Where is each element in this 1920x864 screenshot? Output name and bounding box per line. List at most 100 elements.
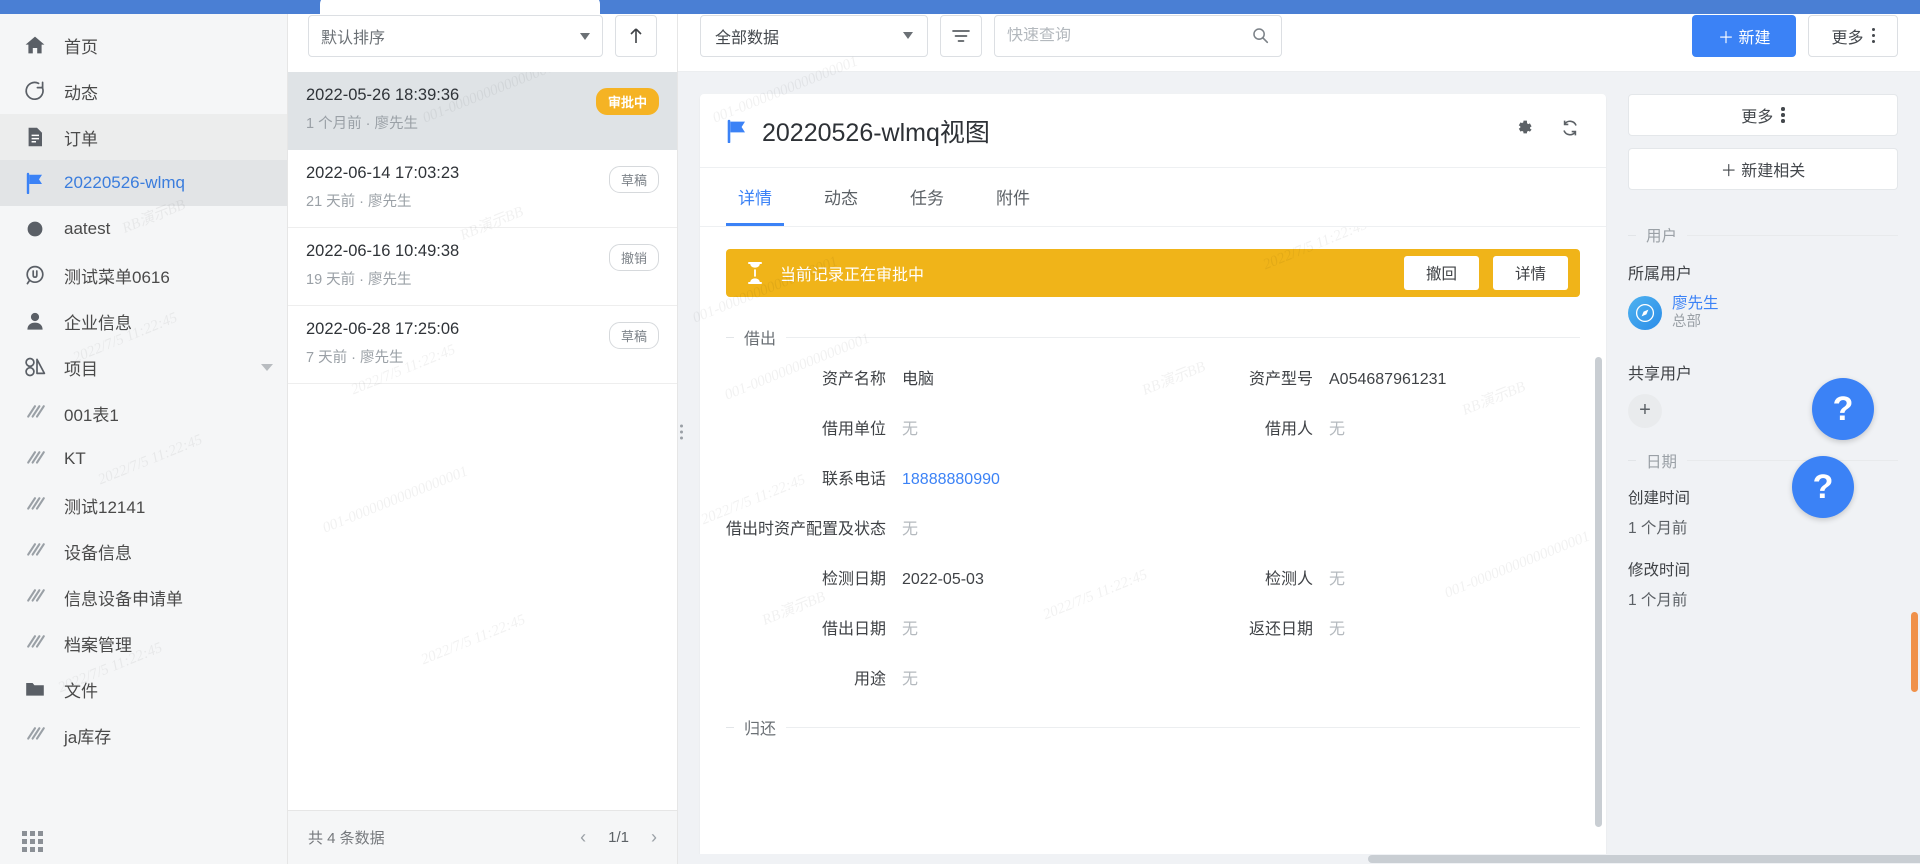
add-shared-user-button[interactable]: + <box>1628 393 1662 428</box>
sidebar-item-label: 订单 <box>64 129 98 149</box>
main-area: 全部数据 ＋ 新建 更多 <box>678 0 1920 864</box>
sidebar-item-2[interactable]: 订单 <box>0 114 287 160</box>
field-value[interactable]: 18888880990 <box>902 471 1000 489</box>
sidebar-item-6[interactable]: 企业信息 <box>0 298 287 344</box>
modified-time-label: 修改时间 <box>1628 561 1691 579</box>
status-badge: 草稿 <box>608 322 659 349</box>
form-field: 用途无 <box>726 665 1580 689</box>
tab-2[interactable]: 任务 <box>898 168 956 226</box>
sidebar-item-13[interactable]: 档案管理 <box>0 620 287 666</box>
form-field: 资产名称 电脑 <box>726 365 1153 389</box>
prev-page-icon[interactable]: ‹ <box>580 827 586 848</box>
owner-user-row[interactable]: 廖先生 总部 <box>1628 294 1898 332</box>
field-value: 无 <box>902 671 919 688</box>
watermark: 001-00000000000000001 <box>320 463 471 537</box>
more-actions-button[interactable]: 更多 <box>1808 14 1898 57</box>
owner-name[interactable]: 廖先生 <box>1672 294 1719 313</box>
data-scope-select[interactable]: 全部数据 <box>700 14 928 57</box>
settings-gear-icon[interactable] <box>1514 118 1534 143</box>
list-item[interactable]: 2022-06-28 17:25:06 7 天前 · 廖先生 草稿 <box>288 306 677 384</box>
page-indicator: 1/1 <box>608 829 629 846</box>
form-row: 用途无 <box>726 665 1580 689</box>
list-footer: 共 4 条数据 ‹ 1/1 › <box>288 810 677 864</box>
sidebar-item-3[interactable]: 20220526-wlmq <box>0 160 287 206</box>
tab-3[interactable]: 附件 <box>984 168 1042 226</box>
sidebar-item-15[interactable]: ja库存 <box>0 712 287 758</box>
sidebar-item-0[interactable]: 首页 <box>0 22 287 68</box>
horizontal-scrollbar-thumb[interactable] <box>1368 855 1920 863</box>
watermark: 2022/7/5 11:22:45 <box>418 611 528 669</box>
search-box[interactable] <box>994 14 1282 57</box>
table-icon <box>24 586 50 608</box>
search-input[interactable] <box>1007 26 1244 45</box>
field-label: 返还日期 <box>1248 621 1313 638</box>
alert-detail-button[interactable]: 详情 <box>1492 256 1568 290</box>
kebab-icon <box>1781 107 1785 123</box>
form-row: 联系电话 18888880990 <box>726 465 1580 489</box>
form-section: 借出 资产名称 电脑 资产型号 A054687961231 借用单位无借用人无联系电话 18… <box>726 325 1580 689</box>
rail-user-section-label: 用户 <box>1646 228 1678 245</box>
created-time-label: 创建时间 <box>1628 489 1691 507</box>
detail-scroll-area[interactable]: 当前记录正在审批中 撤回 详情 借出 资产名称 电脑 资产型号 A05468796123… <box>700 227 1606 864</box>
withdraw-button[interactable]: 撤回 <box>1403 256 1479 290</box>
sidebar-item-label: 测试12141 <box>64 497 146 517</box>
page-vertical-scrollbar[interactable] <box>1911 612 1918 692</box>
refresh-icon[interactable] <box>1560 118 1580 143</box>
form-field: 借出时资产配置及状态无 <box>726 515 1580 539</box>
card-vertical-scrollbar[interactable] <box>1595 357 1602 827</box>
field-label: 检测人 <box>1264 571 1313 588</box>
list-item-title: 2022-06-14 17:03:23 <box>306 164 460 182</box>
sidebar-item-label: 企业信息 <box>64 313 132 333</box>
sidebar-item-label: 文件 <box>64 681 98 701</box>
field-value: 无 <box>1329 421 1346 438</box>
list-item[interactable]: 2022-06-14 17:03:23 21 天前 · 廖先生 草稿 <box>288 150 677 228</box>
chevron-down-icon[interactable] <box>261 363 273 371</box>
field-value: 无 <box>902 621 919 638</box>
list-item[interactable]: 2022-05-26 18:39:36 1 个月前 · 廖先生 审批中 <box>288 72 677 150</box>
sidebar-item-9[interactable]: KT <box>0 436 287 482</box>
field-label: 借出时资产配置及状态 <box>726 521 887 538</box>
list-item-subtitle: 1 个月前 · 廖先生 <box>306 116 418 132</box>
section-legend: 归还 <box>726 715 1580 739</box>
sidebar-item-11[interactable]: 设备信息 <box>0 528 287 574</box>
filter-button[interactable] <box>940 14 982 57</box>
table-icon <box>24 448 50 470</box>
new-related-button[interactable]: ＋ 新建相关 <box>1628 148 1898 190</box>
tab-1[interactable]: 动态 <box>812 168 870 226</box>
sidebar-item-4[interactable]: aatest <box>0 206 287 252</box>
tab-0[interactable]: 详情 <box>726 168 784 226</box>
record-list-scroll[interactable]: 2022-05-26 18:39:36 1 个月前 · 廖先生 审批中 2022-06… <box>288 72 677 810</box>
modified-time-value: 1 个月前 <box>1628 591 1688 609</box>
detail-card-actions <box>1514 118 1580 143</box>
next-page-icon[interactable]: › <box>651 827 657 848</box>
rail-date-section-title: 日期 <box>1628 450 1898 472</box>
form-field: 借用单位无 <box>726 415 1153 439</box>
sort-direction-button[interactable] <box>615 15 657 57</box>
help-button-secondary[interactable]: ? <box>1792 456 1854 518</box>
activity-icon <box>24 80 50 102</box>
rail-more-button[interactable]: 更多 <box>1628 94 1898 136</box>
sidebar-item-7[interactable]: 项目 <box>0 344 287 390</box>
panel-resize-handle[interactable] <box>680 424 683 440</box>
sidebar-item-12[interactable]: 信息设备申请单 <box>0 574 287 620</box>
rail-user-section-title: 用户 <box>1628 224 1898 246</box>
field-value: 无 <box>1329 621 1346 638</box>
created-time-value: 1 个月前 <box>1628 519 1688 537</box>
sort-select[interactable]: 默认排序 <box>308 15 603 57</box>
sidebar-item-5[interactable]: 测试菜单0616 <box>0 252 287 298</box>
status-badge: 草稿 <box>608 166 659 193</box>
sidebar-item-8[interactable]: 001表1 <box>0 390 287 436</box>
new-record-button[interactable]: ＋ 新建 <box>1692 14 1797 57</box>
sidebar-item-10[interactable]: 测试12141 <box>0 482 287 528</box>
sidebar-item-label: 测试菜单0616 <box>64 267 170 287</box>
app-launcher-icon[interactable] <box>22 831 43 852</box>
form-field: 检测日期 2022-05-03 <box>726 565 1153 589</box>
chat-icon <box>24 264 50 286</box>
field-label: 资产名称 <box>821 371 886 388</box>
detail-tabs: 详情 动态 任务 附件 <box>700 168 1606 227</box>
list-item[interactable]: 2022-06-16 10:49:38 19 天前 · 廖先生 撤销 <box>288 228 677 306</box>
project-icon <box>24 356 50 378</box>
help-button-primary[interactable]: ? <box>1812 378 1874 440</box>
sidebar-item-1[interactable]: 动态 <box>0 68 287 114</box>
sidebar-item-14[interactable]: 文件 <box>0 666 287 712</box>
